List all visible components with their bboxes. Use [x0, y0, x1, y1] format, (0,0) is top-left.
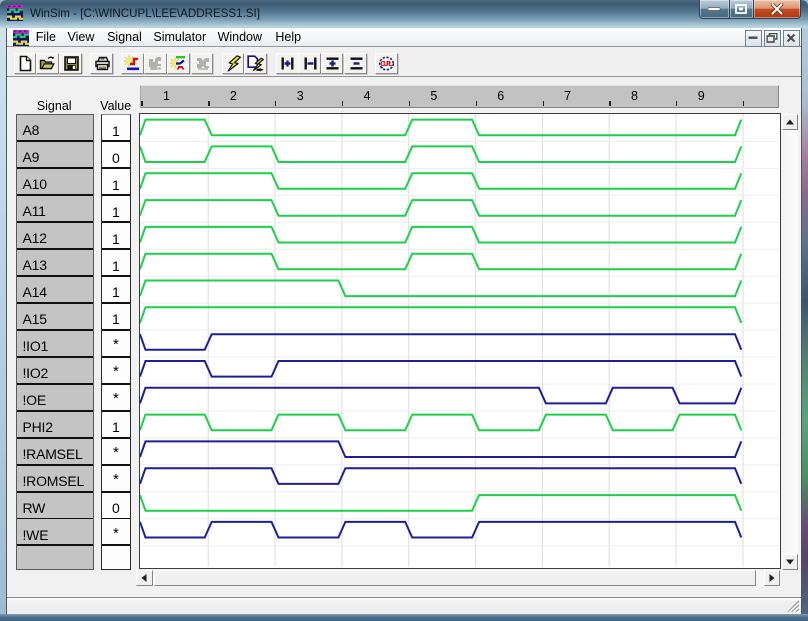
- svg-text:CUPL: CUPL: [381, 59, 394, 68]
